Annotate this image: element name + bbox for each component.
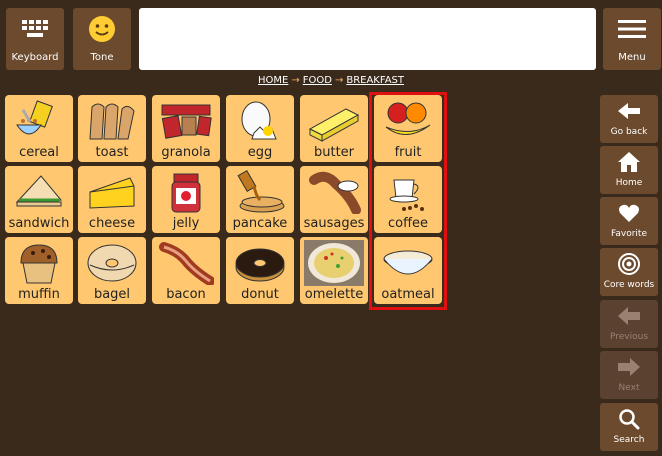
bagel-icon (82, 240, 142, 286)
tile-label: granola (161, 145, 211, 160)
coffee-cup-icon (378, 169, 438, 215)
home-button[interactable]: Home (600, 146, 658, 194)
breadcrumb-breakfast[interactable]: BREAKFAST (346, 75, 404, 86)
favorite-label: Favorite (611, 229, 647, 239)
tile-sausages[interactable]: sausages (300, 166, 368, 233)
tile-bagel[interactable]: bagel (78, 237, 146, 304)
tile-jelly[interactable]: jelly (152, 166, 220, 233)
home-label: Home (615, 178, 643, 188)
previous-label: Previous (609, 332, 649, 342)
tone-label: Tone (90, 52, 114, 63)
tile-cheese[interactable]: cheese (78, 166, 146, 233)
home-icon (600, 148, 658, 176)
keyboard-button[interactable]: Keyboard (6, 8, 64, 70)
core-words-button[interactable]: Core words (600, 248, 658, 296)
search-label: Search (613, 435, 645, 445)
search-icon (600, 405, 658, 433)
menu-label: Menu (618, 52, 646, 63)
tile-omelette[interactable]: omelette (300, 237, 368, 304)
keyboard-icon (6, 12, 64, 46)
tile-cereal[interactable]: cereal (5, 95, 73, 162)
egg-icon (230, 98, 290, 144)
tile-label: oatmeal (381, 287, 435, 302)
cereal-bowl-icon (9, 98, 69, 144)
go-back-button[interactable]: Go back (600, 95, 658, 143)
next-label: Next (618, 383, 640, 393)
tile-pancake[interactable]: pancake (226, 166, 294, 233)
heart-icon (600, 199, 658, 227)
tile-label: egg (247, 145, 273, 160)
tile-label: bagel (93, 287, 131, 302)
tile-granola[interactable]: granola (152, 95, 220, 162)
core-words-label: Core words (603, 280, 655, 290)
muffin-icon (9, 240, 69, 286)
tile-butter[interactable]: butter (300, 95, 368, 162)
message-bar[interactable] (139, 8, 596, 70)
tone-button[interactable]: Tone (73, 8, 131, 70)
pancake-icon (230, 169, 290, 215)
omelette-photo (304, 240, 364, 286)
fruit-icon (378, 98, 438, 144)
tile-label: donut (241, 287, 279, 302)
tile-label: cereal (19, 145, 59, 160)
tile-label: cheese (88, 216, 136, 231)
tile-label: butter (313, 145, 355, 160)
cheese-icon (82, 169, 142, 215)
tile-oatmeal[interactable]: oatmeal (374, 237, 442, 304)
tile-label: bacon (166, 287, 206, 302)
tile-label: sausages (303, 216, 365, 231)
breadcrumb-food[interactable]: FOOD (303, 75, 332, 86)
toast-icon (82, 98, 142, 144)
breadcrumb-home[interactable]: HOME (258, 75, 288, 86)
tile-coffee[interactable]: coffee (374, 166, 442, 233)
hamburger-menu-icon (603, 12, 661, 46)
sandwich-icon (9, 169, 69, 215)
next-button[interactable]: Next (600, 351, 658, 399)
jelly-jar-icon (156, 169, 216, 215)
target-icon (600, 250, 658, 278)
tile-label: muffin (18, 287, 60, 302)
tile-label: sandwich (8, 216, 70, 231)
sausages-icon (304, 169, 364, 215)
oatmeal-bowl-icon (378, 240, 438, 286)
keyboard-label: Keyboard (11, 52, 59, 63)
donut-icon (230, 240, 290, 286)
arrow-left-icon (600, 302, 658, 330)
bacon-icon (156, 240, 216, 286)
previous-button[interactable]: Previous (600, 300, 658, 348)
tile-egg[interactable]: egg (226, 95, 294, 162)
tile-donut[interactable]: donut (226, 237, 294, 304)
breadcrumb: HOME → FOOD → BREAKFAST (0, 75, 662, 86)
tile-label: pancake (232, 216, 288, 231)
granola-bar-icon (156, 98, 216, 144)
breadcrumb-separator: → (291, 75, 300, 86)
smiley-face-icon (73, 12, 131, 46)
tile-toast[interactable]: toast (78, 95, 146, 162)
back-icon (600, 97, 658, 125)
arrow-right-icon (600, 353, 658, 381)
breadcrumb-separator: → (334, 75, 344, 86)
favorite-button[interactable]: Favorite (600, 197, 658, 245)
butter-icon (304, 98, 364, 144)
tile-muffin[interactable]: muffin (5, 237, 73, 304)
go-back-label: Go back (610, 127, 648, 137)
tile-label: omelette (304, 287, 364, 302)
tile-label: jelly (172, 216, 200, 231)
menu-button[interactable]: Menu (603, 8, 661, 70)
tile-label: toast (95, 145, 129, 160)
tile-label: coffee (387, 216, 429, 231)
tile-label: fruit (394, 145, 422, 160)
tile-bacon[interactable]: bacon (152, 237, 220, 304)
tile-sandwich[interactable]: sandwich (5, 166, 73, 233)
search-button[interactable]: Search (600, 403, 658, 451)
tile-fruit[interactable]: fruit (374, 95, 442, 162)
